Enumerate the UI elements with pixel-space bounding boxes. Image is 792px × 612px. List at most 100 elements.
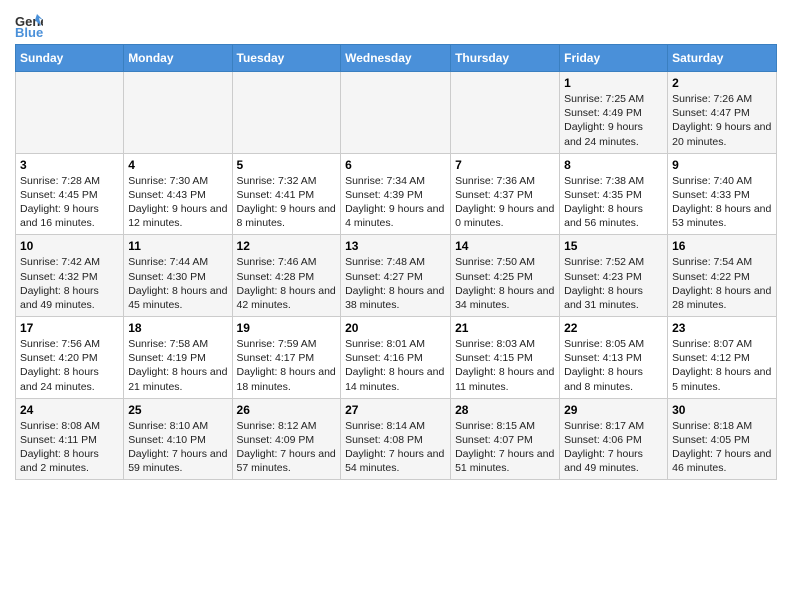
day-cell: 4 Sunrise: 7:30 AM Sunset: 4:43 PM Daylig… [124, 153, 232, 235]
day-cell: 22 Sunrise: 8:05 AM Sunset: 4:13 PM Dayli… [560, 317, 668, 399]
day-number: 24 [20, 403, 119, 417]
day-info: Sunrise: 8:15 AM Sunset: 4:07 PM Dayligh… [455, 419, 555, 476]
day-number: 16 [672, 239, 772, 253]
day-cell: 24 Sunrise: 8:08 AM Sunset: 4:11 PM Dayli… [16, 398, 124, 480]
day-info: Sunrise: 7:50 AM Sunset: 4:25 PM Dayligh… [455, 255, 555, 312]
day-info: Sunrise: 7:42 AM Sunset: 4:32 PM Dayligh… [20, 255, 119, 312]
day-cell: 1 Sunrise: 7:25 AM Sunset: 4:49 PM Daylig… [560, 72, 668, 154]
day-info: Sunrise: 8:17 AM Sunset: 4:06 PM Dayligh… [564, 419, 663, 476]
day-info: Sunrise: 7:52 AM Sunset: 4:23 PM Dayligh… [564, 255, 663, 312]
day-cell: 17 Sunrise: 7:56 AM Sunset: 4:20 PM Dayli… [16, 317, 124, 399]
day-cell [16, 72, 124, 154]
day-info: Sunrise: 7:40 AM Sunset: 4:33 PM Dayligh… [672, 174, 772, 231]
day-cell: 19Sunrise: 7:59 AM Sunset: 4:17 PM Dayli… [232, 317, 341, 399]
header: General Blue [15, 10, 777, 38]
day-cell: 27 Sunrise: 8:14 AM Sunset: 4:08 PM Dayli… [341, 398, 451, 480]
day-info: Sunrise: 7:38 AM Sunset: 4:35 PM Dayligh… [564, 174, 663, 231]
day-number: 18 [128, 321, 227, 335]
svg-text:Blue: Blue [15, 25, 43, 38]
day-number: 2 [672, 76, 772, 90]
day-info: Sunrise: 7:28 AM Sunset: 4:45 PM Dayligh… [20, 174, 119, 231]
header-friday: Friday [560, 45, 668, 72]
day-number: 25 [128, 403, 227, 417]
week-row-3: 10 Sunrise: 7:42 AM Sunset: 4:32 PM Dayli… [16, 235, 777, 317]
day-cell: 14 Sunrise: 7:50 AM Sunset: 4:25 PM Dayli… [451, 235, 560, 317]
day-info: Sunrise: 7:34 AM Sunset: 4:39 PM Dayligh… [345, 174, 446, 231]
day-number: 19 [237, 321, 337, 335]
day-number: 12 [237, 239, 337, 253]
day-info: Sunrise: 7:56 AM Sunset: 4:20 PM Dayligh… [20, 337, 119, 394]
day-info: Sunrise: 7:36 AM Sunset: 4:37 PM Dayligh… [455, 174, 555, 231]
header-monday: Monday [124, 45, 232, 72]
header-tuesday: Tuesday [232, 45, 341, 72]
day-number: 11 [128, 239, 227, 253]
logo: General Blue [15, 10, 47, 38]
day-number: 20 [345, 321, 446, 335]
day-number: 30 [672, 403, 772, 417]
day-cell: 26 Sunrise: 8:12 AM Sunset: 4:09 PM Dayli… [232, 398, 341, 480]
day-number: 22 [564, 321, 663, 335]
day-cell: 3Sunrise: 7:28 AM Sunset: 4:45 PM Daylig… [16, 153, 124, 235]
day-number: 4 [128, 158, 227, 172]
day-cell: 28 Sunrise: 8:15 AM Sunset: 4:07 PM Dayli… [451, 398, 560, 480]
day-info: Sunrise: 7:54 AM Sunset: 4:22 PM Dayligh… [672, 255, 772, 312]
day-cell: 29 Sunrise: 8:17 AM Sunset: 4:06 PM Dayli… [560, 398, 668, 480]
day-number: 6 [345, 158, 446, 172]
day-info: Sunrise: 8:05 AM Sunset: 4:13 PM Dayligh… [564, 337, 663, 394]
day-info: Sunrise: 7:30 AM Sunset: 4:43 PM Dayligh… [128, 174, 227, 231]
day-number: 14 [455, 239, 555, 253]
day-info: Sunrise: 7:26 AM Sunset: 4:47 PM Dayligh… [672, 92, 772, 149]
day-info: Sunrise: 8:08 AM Sunset: 4:11 PM Dayligh… [20, 419, 119, 476]
day-info: Sunrise: 7:32 AM Sunset: 4:41 PM Dayligh… [237, 174, 337, 231]
day-cell: 16 Sunrise: 7:54 AM Sunset: 4:22 PM Dayli… [668, 235, 777, 317]
day-number: 21 [455, 321, 555, 335]
day-cell [232, 72, 341, 154]
day-cell: 10 Sunrise: 7:42 AM Sunset: 4:32 PM Dayli… [16, 235, 124, 317]
day-info: Sunrise: 8:01 AM Sunset: 4:16 PM Dayligh… [345, 337, 446, 394]
day-info: Sunrise: 7:46 AM Sunset: 4:28 PM Dayligh… [237, 255, 337, 312]
day-number: 9 [672, 158, 772, 172]
calendar-table: SundayMondayTuesdayWednesdayThursdayFrid… [15, 44, 777, 480]
day-cell [451, 72, 560, 154]
day-number: 13 [345, 239, 446, 253]
day-number: 29 [564, 403, 663, 417]
day-info: Sunrise: 7:25 AM Sunset: 4:49 PM Dayligh… [564, 92, 663, 149]
day-number: 17 [20, 321, 119, 335]
day-number: 7 [455, 158, 555, 172]
day-number: 10 [20, 239, 119, 253]
day-cell: 25Sunrise: 8:10 AM Sunset: 4:10 PM Dayli… [124, 398, 232, 480]
day-info: Sunrise: 8:14 AM Sunset: 4:08 PM Dayligh… [345, 419, 446, 476]
day-number: 28 [455, 403, 555, 417]
day-info: Sunrise: 8:03 AM Sunset: 4:15 PM Dayligh… [455, 337, 555, 394]
day-number: 23 [672, 321, 772, 335]
day-cell: 18Sunrise: 7:58 AM Sunset: 4:19 PM Dayli… [124, 317, 232, 399]
day-cell [341, 72, 451, 154]
day-info: Sunrise: 8:07 AM Sunset: 4:12 PM Dayligh… [672, 337, 772, 394]
day-info: Sunrise: 7:48 AM Sunset: 4:27 PM Dayligh… [345, 255, 446, 312]
day-info: Sunrise: 8:12 AM Sunset: 4:09 PM Dayligh… [237, 419, 337, 476]
day-cell: 15 Sunrise: 7:52 AM Sunset: 4:23 PM Dayli… [560, 235, 668, 317]
day-cell: 20 Sunrise: 8:01 AM Sunset: 4:16 PM Dayli… [341, 317, 451, 399]
day-info: Sunrise: 8:18 AM Sunset: 4:05 PM Dayligh… [672, 419, 772, 476]
day-number: 26 [237, 403, 337, 417]
header-sunday: Sunday [16, 45, 124, 72]
week-row-1: 1 Sunrise: 7:25 AM Sunset: 4:49 PM Daylig… [16, 72, 777, 154]
day-cell: 8 Sunrise: 7:38 AM Sunset: 4:35 PM Daylig… [560, 153, 668, 235]
day-cell: 11Sunrise: 7:44 AM Sunset: 4:30 PM Dayli… [124, 235, 232, 317]
week-row-4: 17 Sunrise: 7:56 AM Sunset: 4:20 PM Dayli… [16, 317, 777, 399]
day-number: 5 [237, 158, 337, 172]
day-number: 1 [564, 76, 663, 90]
header-saturday: Saturday [668, 45, 777, 72]
day-cell: 13 Sunrise: 7:48 AM Sunset: 4:27 PM Dayli… [341, 235, 451, 317]
header-thursday: Thursday [451, 45, 560, 72]
day-cell: 2 Sunrise: 7:26 AM Sunset: 4:47 PM Daylig… [668, 72, 777, 154]
day-cell: 6 Sunrise: 7:34 AM Sunset: 4:39 PM Daylig… [341, 153, 451, 235]
header-wednesday: Wednesday [341, 45, 451, 72]
day-cell: 30 Sunrise: 8:18 AM Sunset: 4:05 PM Dayli… [668, 398, 777, 480]
day-cell: 12 Sunrise: 7:46 AM Sunset: 4:28 PM Dayli… [232, 235, 341, 317]
day-number: 27 [345, 403, 446, 417]
day-number: 8 [564, 158, 663, 172]
week-row-2: 3Sunrise: 7:28 AM Sunset: 4:45 PM Daylig… [16, 153, 777, 235]
day-number: 15 [564, 239, 663, 253]
day-cell: 23 Sunrise: 8:07 AM Sunset: 4:12 PM Dayli… [668, 317, 777, 399]
